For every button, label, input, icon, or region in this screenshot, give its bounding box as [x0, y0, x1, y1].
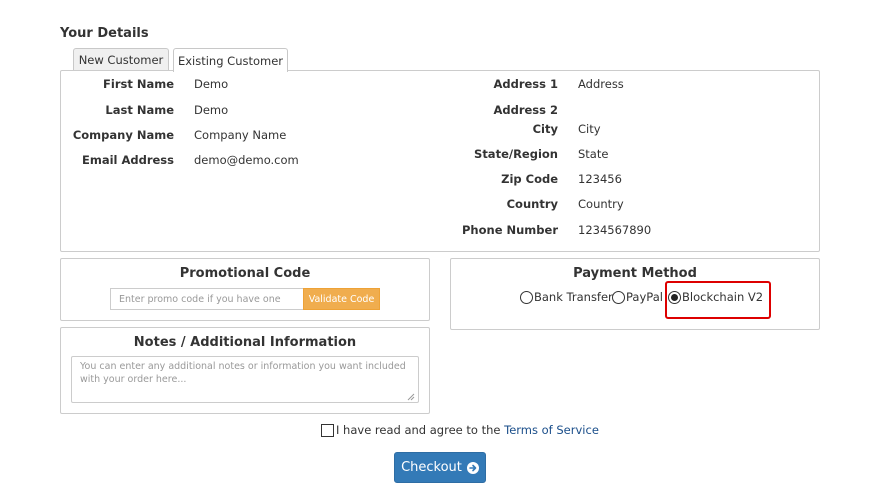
city-label: City [532, 122, 558, 136]
country-label: Country [506, 197, 558, 211]
bank-transfer-label: Bank Transfer [534, 290, 613, 304]
promo-code-input[interactable]: Enter promo code if you have one [110, 288, 303, 310]
country-value: Country [578, 197, 624, 211]
company-name-label: Company Name [72, 128, 174, 142]
radio-bank-transfer[interactable] [520, 290, 533, 304]
paypal-label: PayPal [626, 290, 663, 304]
zip-code-label: Zip Code [501, 172, 558, 186]
state-label: State/Region [474, 147, 558, 161]
payment-option-bank-transfer[interactable]: Bank Transfer [520, 290, 613, 304]
tab-existing-customer[interactable]: Existing Customer [173, 48, 288, 72]
tab-new-customer[interactable]: New Customer [73, 48, 169, 71]
tos-checkbox[interactable] [321, 424, 334, 437]
email-address-value: demo@demo.com [194, 153, 299, 167]
promo-title: Promotional Code [179, 266, 311, 281]
notes-textarea[interactable]: You can enter any additional notes or in… [71, 356, 419, 403]
terms-of-service-link[interactable]: Terms of Service [504, 423, 599, 437]
arrow-right-circle-icon [466, 461, 479, 474]
first-name-value: Demo [194, 77, 229, 91]
validate-code-button[interactable]: Validate Code [303, 288, 380, 310]
phone-number-value: 1234567890 [578, 223, 652, 237]
section-title: Your Details [60, 26, 149, 41]
zip-code-value: 123456 [578, 172, 622, 186]
address1-value: Address [578, 77, 624, 91]
last-name-label: Last Name [105, 103, 174, 117]
first-name-label: First Name [103, 77, 174, 91]
payment-option-paypal[interactable]: PayPal [612, 290, 663, 304]
address2-label: Address 2 [493, 103, 558, 117]
state-value: State [578, 147, 609, 161]
tos-label: I have read and agree to the [336, 423, 501, 437]
payment-title: Payment Method [573, 266, 697, 281]
last-name-value: Demo [194, 103, 229, 117]
company-name-value: Company Name [194, 128, 287, 142]
phone-number-label: Phone Number [461, 223, 558, 237]
checkout-label: Checkout [401, 460, 462, 475]
address1-label: Address 1 [493, 77, 558, 91]
city-value: City [578, 122, 601, 136]
email-address-label: Email Address [81, 153, 174, 167]
notes-title: Notes / Additional Information [133, 335, 357, 350]
radio-paypal[interactable] [612, 290, 625, 304]
selection-highlight-box [665, 281, 771, 319]
resize-handle-icon[interactable] [405, 391, 415, 401]
tos-text: I have read and agree to the Terms of Se… [336, 423, 599, 437]
checkout-button[interactable]: Checkout [394, 452, 486, 483]
